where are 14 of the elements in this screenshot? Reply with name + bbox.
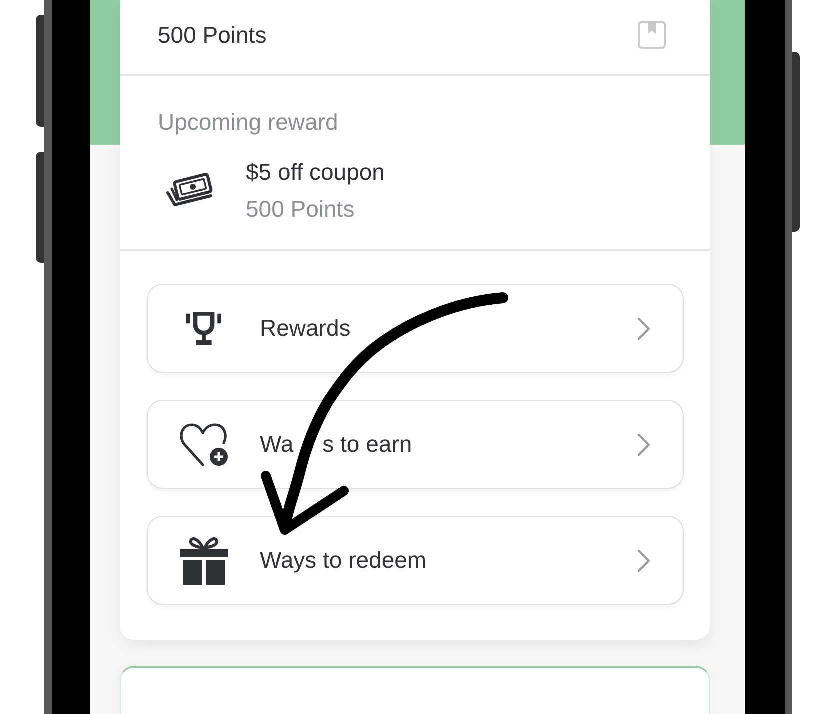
- chevron-right-icon: [637, 432, 651, 456]
- upcoming-reward-heading: Upcoming reward: [158, 108, 338, 136]
- trophy-icon: [185, 310, 223, 347]
- gift-icon: [179, 536, 229, 585]
- chevron-right-icon: [637, 548, 651, 572]
- menu-button[interactable]: Ways to redeem: [147, 516, 684, 605]
- menu-button[interactable]: Rewards: [147, 284, 684, 373]
- points-balance: 500 Points: [158, 21, 267, 49]
- heart-plus-icon: [179, 422, 229, 468]
- reward-title: $5 off coupon: [246, 158, 385, 186]
- reward-points: 500 Points: [246, 195, 355, 223]
- bookmark-icon: [638, 21, 666, 49]
- menu-button[interactable]: Wa s to earn: [147, 400, 684, 489]
- chevron-right-icon: [637, 316, 651, 340]
